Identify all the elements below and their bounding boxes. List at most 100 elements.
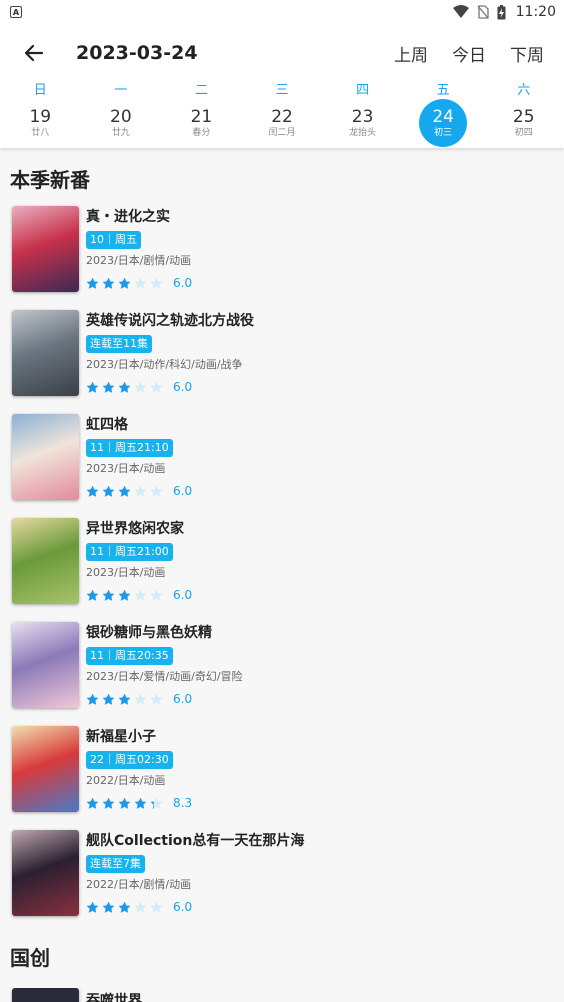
rating: 6.0 (86, 691, 243, 707)
anime-meta: 2023/日本/动画 (86, 566, 166, 579)
day-22[interactable]: 三 22 闰二月 (242, 82, 323, 148)
star-filled-icon (86, 693, 99, 705)
star-filled-icon (118, 589, 131, 601)
episode-badge: 11｜周五20:35 (86, 647, 173, 665)
anime-title: 异世界悠闲农家 (86, 521, 184, 537)
episode-badge: 连载至11集 (86, 335, 152, 353)
day-number: 20 (110, 107, 132, 127)
star-empty-icon (134, 277, 147, 289)
clock: 11:20 (515, 4, 556, 20)
app-notification-icon: A (10, 6, 22, 18)
star-empty-icon (150, 693, 163, 705)
star-filled-icon (86, 901, 99, 913)
star-empty-icon (150, 277, 163, 289)
rating: 8.3 (86, 795, 192, 811)
anime-info: 真・进化之实 10｜周五 2023/日本/剧情/动画 6.0 (86, 206, 192, 310)
anime-meta: 2022/日本/剧情/动画 (86, 878, 192, 891)
anime-list-item[interactable]: 真・进化之实 10｜周五 2023/日本/剧情/动画 6.0 (10, 206, 554, 310)
anime-list-item[interactable]: 异世界悠闲农家 11｜周五21:00 2023/日本/动画 6.0 (10, 518, 554, 622)
day-21[interactable]: 二 21 春分 (161, 82, 242, 148)
today-button[interactable]: 今日 (452, 41, 486, 66)
star-filled-icon (118, 381, 131, 393)
schedule-content: 本季新番 真・进化之实 10｜周五 2023/日本/剧情/动画 6.0 英雄传说闪之轨迹… (0, 148, 564, 1002)
anime-list-item[interactable]: 虹四格 11｜周五21:10 2023/日本/动画 6.0 (10, 414, 554, 518)
episode-badge: 22｜周五02:30 (86, 751, 173, 769)
star-filled-icon (102, 277, 115, 289)
day-circle: 19 廿八 (16, 99, 64, 147)
star-empty-icon (134, 901, 147, 913)
weekday-label: 三 (275, 83, 289, 98)
star-filled-icon (86, 277, 99, 289)
list-item-partial[interactable]: 吞噬世界 (10, 988, 554, 1002)
score: 6.0 (173, 380, 193, 394)
rating: 6.0 (86, 587, 192, 603)
episode-badge: 11｜周五21:10 (86, 439, 173, 457)
section-title-season: 本季新番 (10, 168, 90, 192)
star-filled-icon (102, 901, 115, 913)
status-bar: A 11:20 (0, 0, 564, 24)
day-24[interactable]: 五 24 初三 (403, 82, 484, 148)
star-filled-icon (102, 797, 115, 809)
prev-week-button[interactable]: 上周 (394, 41, 428, 66)
lunar-date: 廿九 (111, 128, 130, 138)
star-filled-icon (86, 797, 99, 809)
star-empty-icon (134, 693, 147, 705)
star-filled-icon (118, 901, 131, 913)
anime-meta: 2023/日本/动画 (86, 462, 166, 475)
day-circle: 21 春分 (177, 99, 225, 147)
wifi-icon (452, 5, 469, 18)
star-rating (86, 485, 163, 498)
anime-list-item[interactable]: 英雄传说闪之轨迹北方战役 连载至11集 2023/日本/动作/科幻/动画/战争 6.0 (10, 310, 554, 414)
episode-badge: 10｜周五 (86, 231, 141, 249)
anime-title: 新福星小子 (86, 729, 156, 745)
anime-list-item[interactable]: 银砂糖师与黑色妖精 11｜周五20:35 2023/日本/爱情/动画/奇幻/冒险 6.… (10, 622, 554, 726)
day-25[interactable]: 六 25 初四 (483, 82, 564, 148)
score: 6.0 (173, 692, 193, 706)
anime-list-item[interactable]: 新福星小子 22｜周五02:30 2022/日本/动画 8.3 (10, 726, 554, 830)
star-empty-icon (150, 485, 163, 497)
lunar-date: 春分 (192, 128, 211, 138)
anime-title: 英雄传说闪之轨迹北方战役 (86, 313, 254, 329)
anime-meta: 2023/日本/爱情/动画/奇幻/冒险 (86, 670, 243, 683)
day-number: 19 (29, 107, 52, 127)
day-number: 25 (512, 107, 535, 127)
day-23[interactable]: 四 23 龙抬头 (322, 82, 403, 148)
star-rating (86, 797, 163, 810)
current-date: 2023-03-24 (76, 42, 198, 64)
week-calendar-strip: 日 19 廿八一 20 廿九二 21 春分三 22 闰二月四 23 龙抬头五 24 初三六 25 初四 (0, 82, 564, 148)
day-20[interactable]: 一 20 廿九 (81, 82, 162, 148)
weekday-label: 一 (114, 83, 128, 98)
star-rating (86, 277, 163, 290)
score: 6.0 (173, 484, 193, 498)
star-empty-icon (134, 589, 147, 601)
score: 6.0 (173, 900, 193, 914)
anime-info: 英雄传说闪之轨迹北方战役 连载至11集 2023/日本/动作/科幻/动画/战争 6.0 (86, 310, 254, 414)
anime-cover (12, 622, 79, 708)
star-filled-icon (118, 277, 131, 289)
star-rating (86, 693, 163, 706)
anime-info: 异世界悠闲农家 11｜周五21:00 2023/日本/动画 6.0 (86, 518, 192, 622)
anime-title: 吞噬世界 (86, 993, 142, 1002)
anime-meta: 2023/日本/动作/科幻/动画/战争 (86, 358, 243, 371)
day-circle: 22 闰二月 (258, 99, 306, 147)
next-week-button[interactable]: 下周 (510, 41, 544, 66)
rating: 6.0 (86, 275, 192, 291)
star-rating (86, 381, 163, 394)
weekday-label: 六 (517, 83, 531, 98)
anime-list-item[interactable]: 舰队Collection总有一天在那片海 连载至7集 2022/日本/剧情/动画 6.… (10, 830, 554, 934)
star-empty-icon (134, 381, 147, 393)
star-filled-icon (134, 797, 147, 809)
day-circle: 25 初四 (500, 99, 548, 147)
star-filled-icon (86, 381, 99, 393)
lunar-date: 龙抬头 (349, 128, 377, 138)
day-19[interactable]: 日 19 廿八 (0, 82, 81, 148)
no-sim-icon (477, 5, 489, 19)
star-empty-icon (150, 901, 163, 913)
day-number: 22 (271, 107, 293, 127)
star-filled-icon (102, 381, 115, 393)
star-empty-icon (134, 485, 147, 497)
back-button[interactable] (22, 41, 46, 65)
star-filled-icon (86, 589, 99, 601)
anime-cover (12, 414, 79, 500)
star-empty-icon (150, 589, 163, 601)
